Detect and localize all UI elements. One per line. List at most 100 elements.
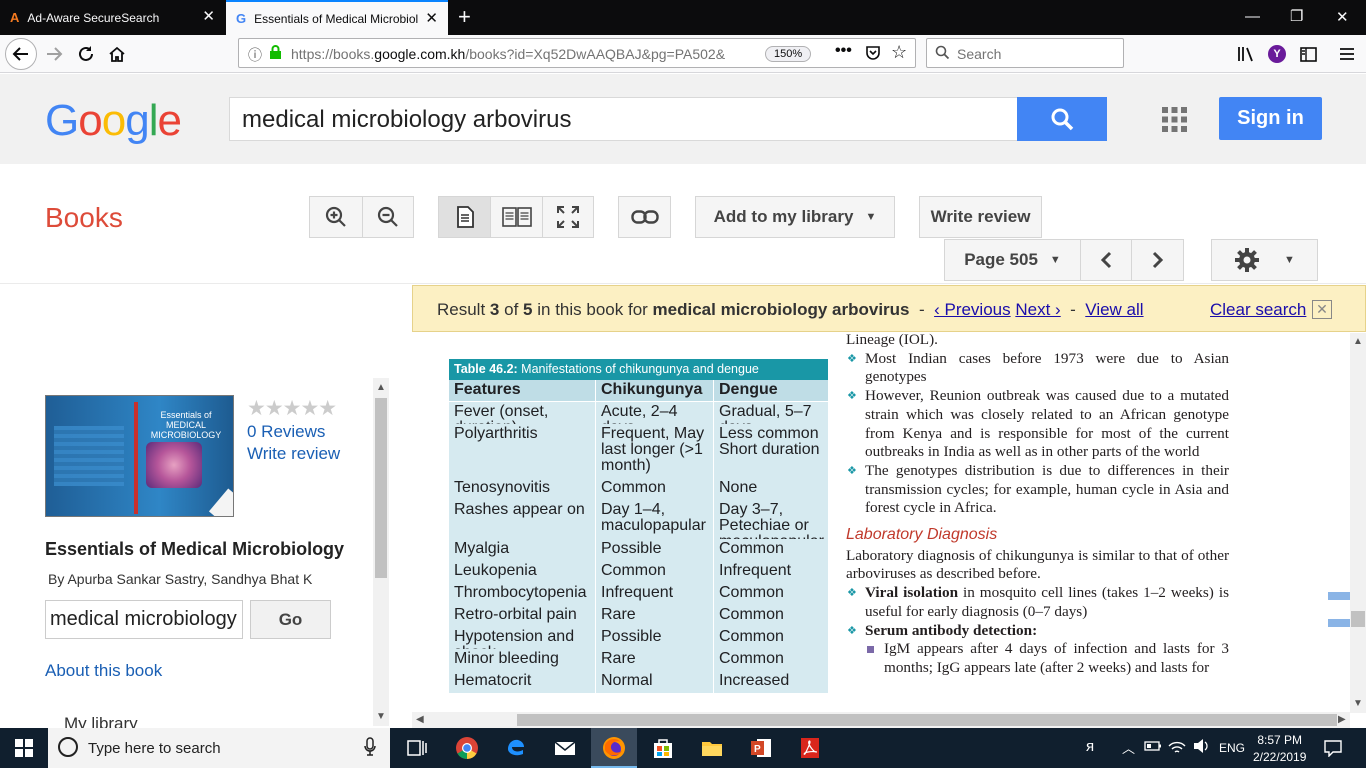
- windows-start-icon[interactable]: [15, 739, 33, 757]
- cortana-icon: [58, 737, 78, 757]
- tab-adaware[interactable]: A Ad-Aware SecureSearch ✕: [0, 0, 225, 35]
- result-summary: Result 3 of 5 in this book for medical m…: [437, 300, 1144, 319]
- zoom-in-button[interactable]: [310, 206, 362, 228]
- left-scroll-thumb[interactable]: [375, 398, 387, 578]
- svg-text:P: P: [754, 744, 761, 755]
- page-scrollbar[interactable]: ▲ ▼: [1350, 333, 1366, 713]
- edge-icon[interactable]: [504, 736, 528, 760]
- microphone-icon[interactable]: [364, 737, 376, 757]
- back-button[interactable]: [5, 38, 37, 70]
- cover-title: Essentials of MEDICAL MICROBIOLOGY: [150, 410, 222, 440]
- restore-icon[interactable]: ❐: [1290, 7, 1303, 25]
- pdf-reader-icon[interactable]: [798, 736, 822, 760]
- next-result-link[interactable]: Next ›: [1015, 300, 1060, 319]
- forward-arrow-icon: [47, 47, 63, 61]
- new-tab-icon[interactable]: +: [458, 6, 471, 28]
- next-page-button[interactable]: [1131, 239, 1184, 281]
- gear-icon: [1235, 248, 1260, 272]
- library-icon[interactable]: [1234, 42, 1258, 66]
- add-to-library-button[interactable]: Add to my library ▼: [695, 196, 895, 238]
- page-scroll-thumb[interactable]: [1351, 611, 1365, 627]
- bookmark-star-icon[interactable]: ☆: [891, 42, 907, 63]
- reviews-link[interactable]: 0 Reviews: [247, 422, 325, 442]
- close-tab-icon[interactable]: ✕: [202, 9, 215, 24]
- table-cell: Common: [719, 584, 784, 601]
- people-icon[interactable]: ᴙ: [1086, 738, 1094, 755]
- browser-nav-bar: ⓘ https://books.google.com.kh/books?id=X…: [0, 35, 1366, 73]
- google-search-input[interactable]: medical microbiology arbovirus: [229, 97, 1019, 141]
- zoom-indicator[interactable]: 150%: [765, 46, 812, 62]
- scroll-down-icon[interactable]: ▼: [1353, 698, 1363, 709]
- browser-search-field[interactable]: Search: [926, 38, 1124, 68]
- table-cell: Frequent, May last longer (>1 month): [601, 425, 705, 474]
- taskbar-search[interactable]: Type here to search: [48, 728, 390, 768]
- powerpoint-icon[interactable]: P: [749, 736, 773, 760]
- scroll-up-icon[interactable]: ▲: [376, 382, 386, 393]
- google-logo[interactable]: Google: [45, 96, 182, 146]
- reload-button[interactable]: [74, 42, 98, 66]
- table-divider: [713, 380, 714, 694]
- horizontal-scroll-thumb[interactable]: [517, 714, 1337, 726]
- previous-page-button[interactable]: [1080, 239, 1132, 281]
- single-page-view-button[interactable]: [439, 197, 491, 237]
- google-search-button[interactable]: [1017, 97, 1107, 141]
- mail-icon[interactable]: [553, 736, 577, 760]
- pocket-icon[interactable]: [865, 45, 881, 61]
- close-tab-icon[interactable]: ✕: [425, 11, 438, 26]
- previous-result-link[interactable]: ‹ Previous: [934, 300, 1011, 319]
- page-select[interactable]: Page 505 ▼: [944, 239, 1081, 281]
- book-cover-image[interactable]: Essentials of MEDICAL MICROBIOLOGY: [45, 395, 234, 517]
- info-icon[interactable]: ⓘ: [248, 45, 262, 65]
- menu-icon[interactable]: [1335, 42, 1359, 66]
- scroll-down-icon[interactable]: ▼: [376, 711, 386, 722]
- horizontal-scrollbar[interactable]: ◀ ▶: [412, 712, 1350, 728]
- link-button[interactable]: [618, 196, 671, 238]
- apps-grid-icon[interactable]: [1162, 107, 1187, 132]
- fullscreen-button[interactable]: [541, 197, 593, 237]
- books-label[interactable]: Books: [45, 202, 123, 234]
- url-bar[interactable]: ⓘ https://books.google.com.kh/books?id=X…: [238, 38, 916, 68]
- chevron-left-icon: [1100, 251, 1112, 269]
- write-review-link[interactable]: Write review: [247, 444, 340, 464]
- zoom-out-button[interactable]: [361, 197, 414, 237]
- search-icon: [935, 45, 950, 60]
- tab-essentials[interactable]: G Essentials of Medical Microbiol ✕: [226, 0, 448, 35]
- clear-search-link[interactable]: Clear search: [1210, 300, 1306, 320]
- two-page-view-button[interactable]: [490, 197, 541, 237]
- notifications-icon[interactable]: [1324, 739, 1342, 757]
- volume-icon[interactable]: [1192, 738, 1210, 754]
- close-icon[interactable]: ✕: [1312, 300, 1332, 319]
- chevron-up-icon[interactable]: ︿: [1122, 738, 1135, 757]
- language-indicator[interactable]: ENG: [1219, 741, 1245, 755]
- view-all-link[interactable]: View all: [1085, 300, 1143, 319]
- about-book-link[interactable]: About this book: [45, 661, 162, 681]
- task-view-icon[interactable]: [405, 736, 429, 760]
- minimize-icon[interactable]: —: [1245, 8, 1260, 25]
- table-divider: [595, 380, 596, 694]
- table-cell: Common: [719, 540, 784, 557]
- go-button[interactable]: Go: [250, 600, 331, 639]
- scroll-up-icon[interactable]: ▲: [1353, 336, 1363, 347]
- profile-avatar[interactable]: Y: [1265, 42, 1289, 66]
- home-button[interactable]: [105, 42, 129, 66]
- in-book-search-input[interactable]: medical microbiology a: [45, 600, 243, 639]
- firefox-taskbar-button[interactable]: [591, 728, 637, 768]
- scroll-right-icon[interactable]: ▶: [1338, 714, 1346, 725]
- my-library-heading[interactable]: My library: [64, 714, 138, 728]
- write-review-button[interactable]: Write review: [919, 196, 1042, 238]
- window-close-icon[interactable]: ✕: [1336, 8, 1349, 26]
- page-actions-icon[interactable]: •••: [835, 42, 852, 60]
- settings-button[interactable]: ▼: [1211, 239, 1318, 281]
- store-icon[interactable]: [651, 736, 675, 760]
- battery-icon[interactable]: [1144, 739, 1162, 753]
- wifi-icon[interactable]: [1168, 738, 1186, 754]
- sign-in-button[interactable]: Sign in: [1219, 97, 1322, 140]
- file-explorer-icon[interactable]: [700, 736, 724, 760]
- scroll-left-icon[interactable]: ◀: [416, 714, 424, 725]
- rating-stars[interactable]: ★★★★★: [247, 396, 337, 421]
- browser-tab-bar: A Ad-Aware SecureSearch ✕ G Essentials o…: [0, 0, 1366, 35]
- chrome-icon[interactable]: [455, 736, 479, 760]
- sidebar-icon[interactable]: [1296, 42, 1320, 66]
- system-clock[interactable]: 8:57 PM 2/22/2019: [1253, 732, 1306, 766]
- forward-button[interactable]: [42, 42, 66, 66]
